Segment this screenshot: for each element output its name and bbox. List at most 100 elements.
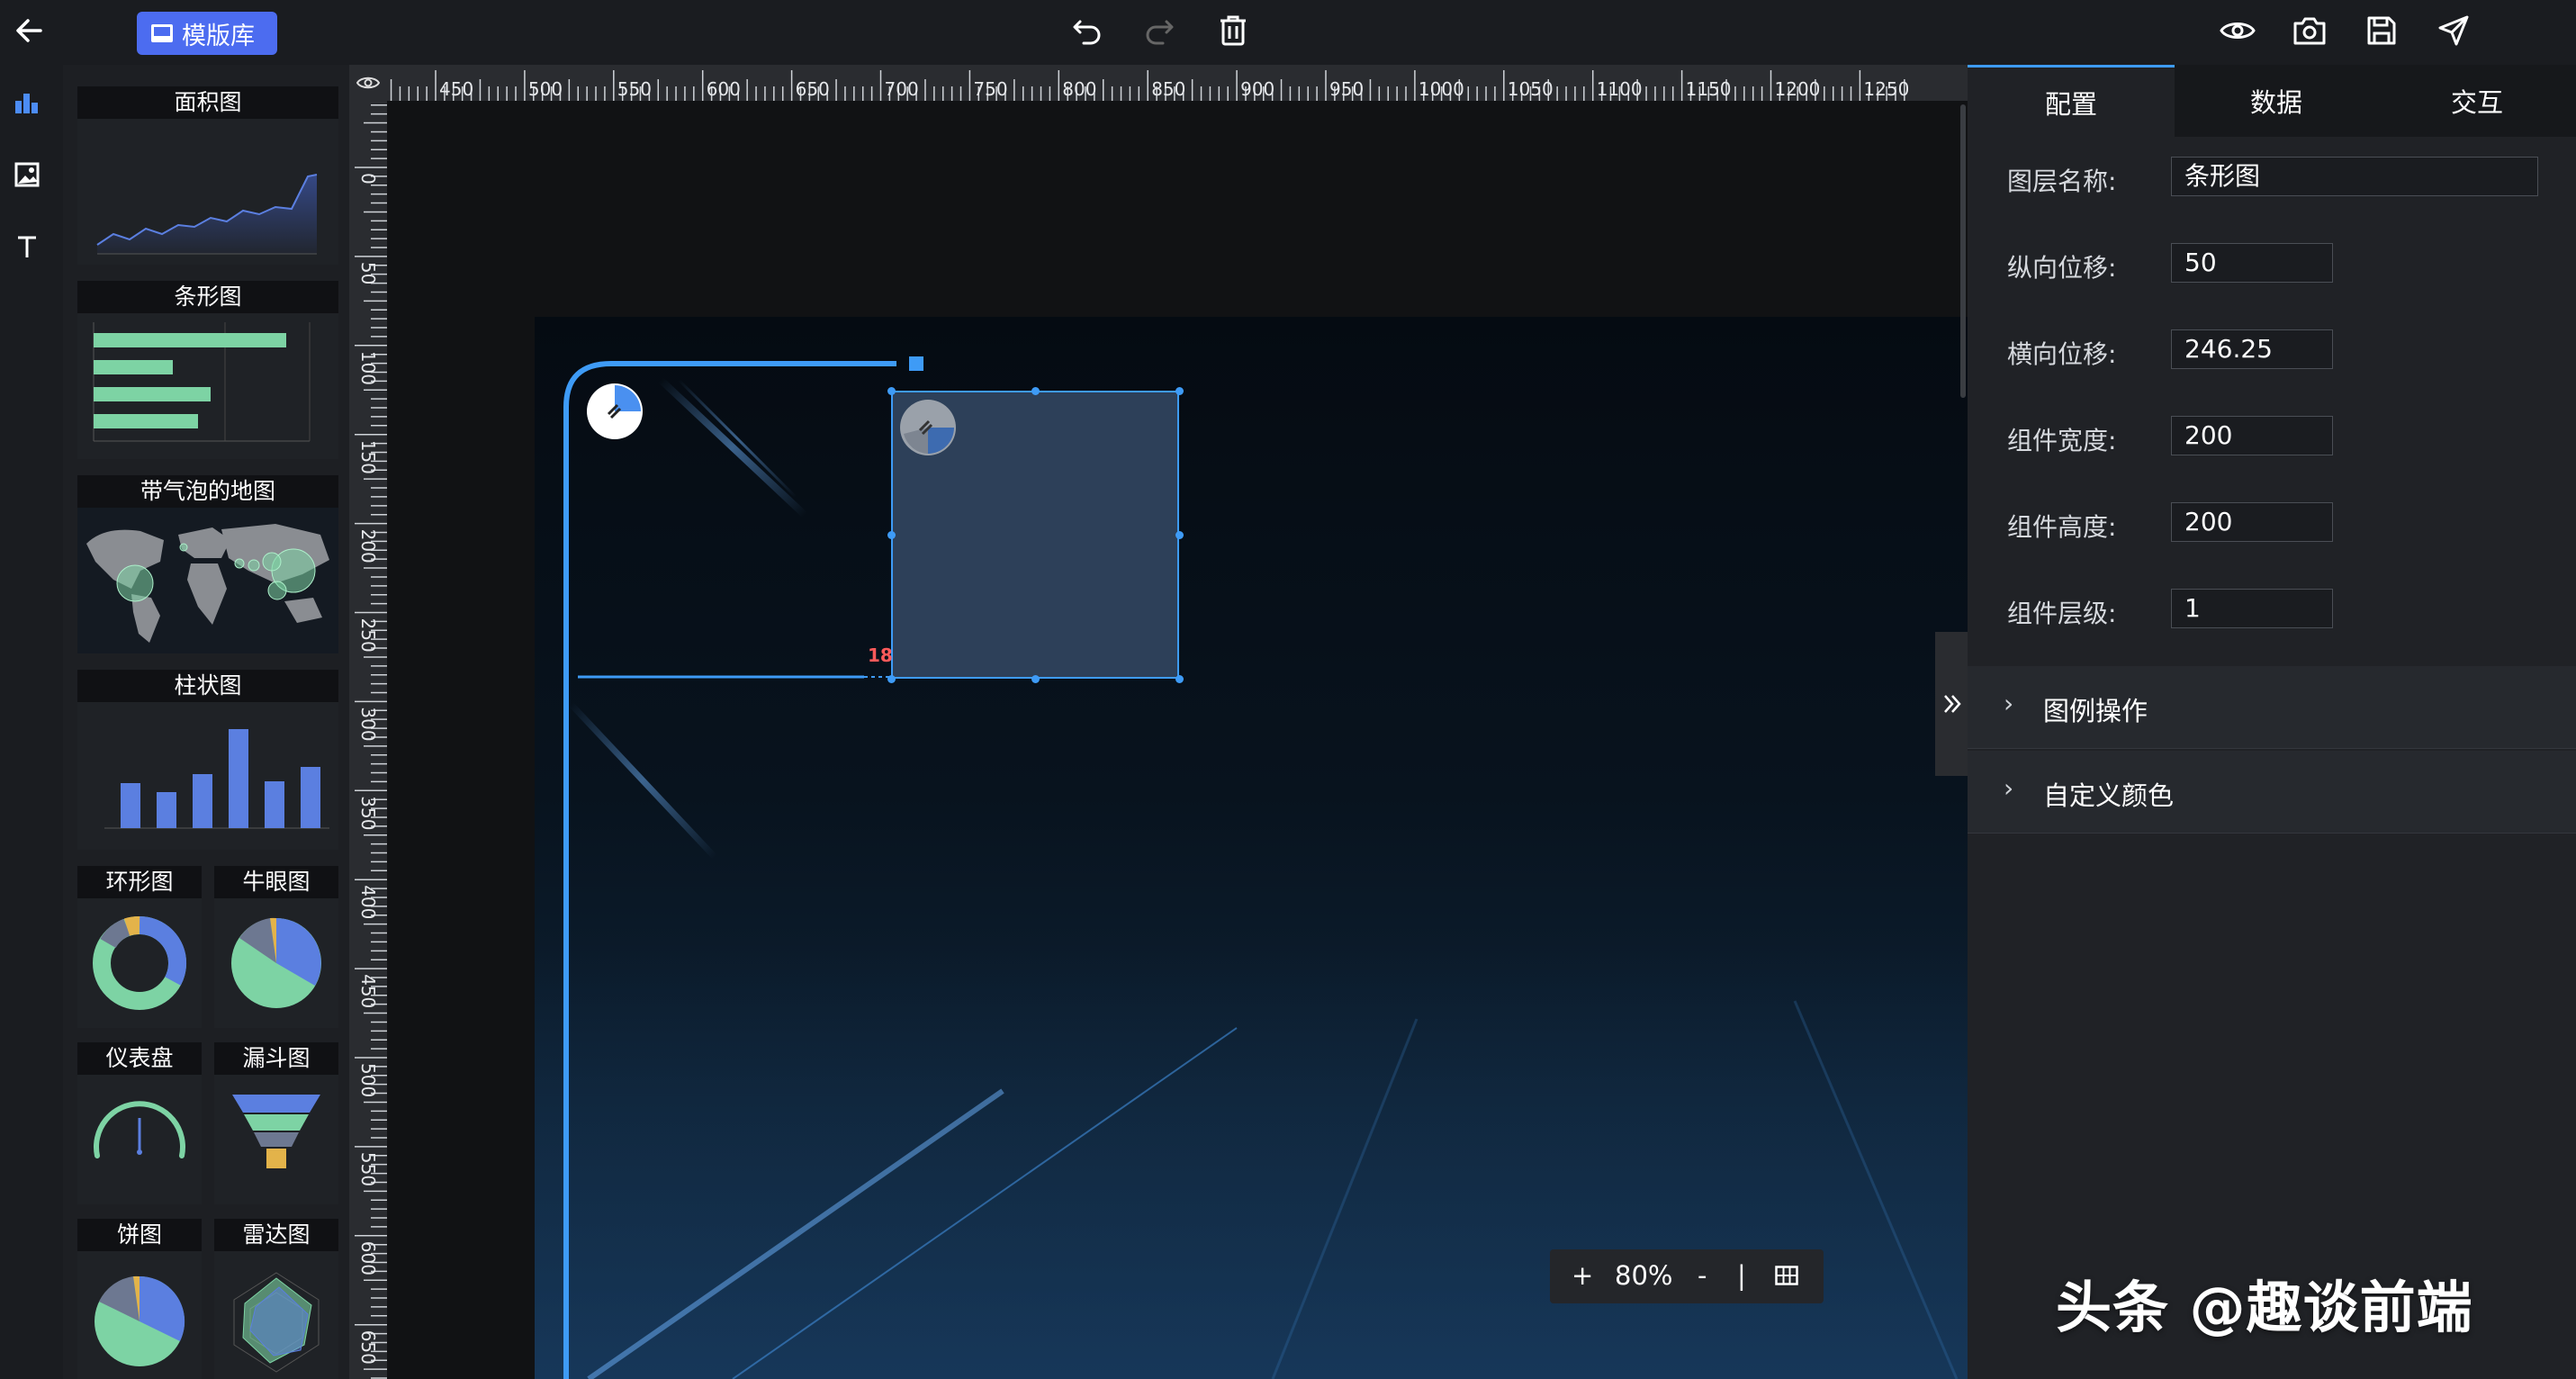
ruler-label: 450	[439, 78, 473, 100]
ruler-label: 600	[707, 78, 741, 100]
save-icon[interactable]	[2360, 11, 2403, 50]
resize-handle-nw[interactable]	[887, 387, 896, 395]
template-library-label: 模版库	[182, 22, 255, 50]
selected-component-box[interactable]	[891, 391, 1179, 679]
resize-handle-s[interactable]	[1031, 675, 1040, 683]
layer-name-input[interactable]: 条形图	[2171, 157, 2538, 196]
pie-widget[interactable]	[585, 382, 644, 441]
ruler-label: 450	[357, 974, 379, 1008]
palette-item-radar-chart[interactable]: 雷达图	[214, 1219, 338, 1379]
ruler-label: 150	[357, 440, 379, 474]
ruler-label: 350	[357, 796, 379, 830]
ruler-label: 700	[885, 78, 919, 100]
ruler-label: 650	[357, 1330, 379, 1365]
horizontal-offset-input[interactable]: 246.25	[2171, 329, 2333, 369]
layer-name-label: 图层名称:	[2007, 167, 2117, 196]
resize-handle-e[interactable]	[1175, 531, 1184, 539]
redo-icon[interactable]	[1138, 11, 1181, 50]
resize-handle-sw[interactable]	[887, 675, 896, 683]
palette-item-pie-chart[interactable]: 饼图	[77, 1219, 202, 1379]
zoom-in-button[interactable]: +	[1572, 1260, 1593, 1291]
component-width-input[interactable]: 200	[2171, 416, 2333, 455]
palette-item-donut-chart[interactable]: 环形图	[77, 866, 202, 1028]
resize-handle-n[interactable]	[1031, 387, 1040, 395]
zoom-separator: |	[1737, 1260, 1746, 1291]
ruler-label: 900	[1240, 78, 1274, 100]
palette-item-label: 漏斗图	[214, 1042, 338, 1075]
ruler-label: 0	[357, 173, 379, 185]
tab-config[interactable]: 配置	[1968, 65, 2175, 137]
ruler-label: 1000	[1419, 78, 1464, 100]
top-toolbar: 模版库	[0, 0, 2576, 65]
ruler-label: 500	[357, 1063, 379, 1097]
ruler-label: 750	[973, 78, 1007, 100]
palette-item-label: 牛眼图	[214, 866, 338, 898]
palette-item-bar-chart[interactable]: 条形图	[77, 281, 338, 459]
pie-chart-thumbnail	[77, 1251, 202, 1379]
palette-item-label: 面积图	[77, 86, 338, 119]
component-pie-placeholder	[898, 398, 958, 457]
undo-icon[interactable]	[1066, 11, 1109, 50]
publish-send-icon[interactable]	[2432, 11, 2475, 50]
custom-color-section-title: 自定义颜色	[2043, 780, 2175, 811]
preview-eye-icon[interactable]	[2216, 11, 2259, 50]
palette-item-label: 条形图	[77, 281, 338, 313]
horizontal-ruler: 450 500 550 600 650 700 750 800 850 900 950 1000 105…	[387, 65, 1968, 101]
ruler-label: 800	[1062, 78, 1096, 100]
chevron-right-icon: ›	[2004, 689, 2014, 718]
chart-category-icon[interactable]	[9, 85, 45, 121]
palette-item-area-chart[interactable]: 面积图	[77, 86, 338, 265]
component-layer-label: 组件层级:	[2007, 599, 2117, 628]
watermark-text: 头条 @趣谈前端	[2056, 1275, 2473, 1340]
ruler-label: 300	[357, 707, 379, 741]
template-library-button[interactable]: 模版库	[137, 12, 277, 55]
zoom-value: 80%	[1615, 1260, 1673, 1291]
legend-section[interactable]: › 图例操作	[1968, 666, 2576, 749]
back-arrow-icon[interactable]	[9, 11, 49, 50]
ruler-label: 1050	[1508, 78, 1554, 100]
canvas-scrollbar[interactable]	[1960, 104, 1966, 398]
resize-handle-se[interactable]	[1175, 675, 1184, 683]
ruler-label: 1200	[1775, 78, 1821, 100]
palette-item-column-chart[interactable]: 柱状图	[77, 670, 338, 850]
component-layer-input[interactable]: 1	[2171, 589, 2333, 628]
radar-chart-thumbnail	[214, 1251, 338, 1379]
distance-label: 18	[868, 644, 893, 666]
delete-icon[interactable]	[1211, 9, 1255, 52]
custom-color-section[interactable]: › 自定义颜色	[1968, 751, 2576, 834]
double-chevron-right-icon	[1944, 695, 1961, 713]
palette-item-funnel-chart[interactable]: 漏斗图	[214, 1042, 338, 1204]
palette-item-label: 雷达图	[214, 1219, 338, 1251]
funnel-chart-thumbnail	[214, 1075, 338, 1204]
ruler-label: 950	[1329, 78, 1364, 100]
palette-item-bullseye-chart[interactable]: 牛眼图	[214, 866, 338, 1028]
ruler-corner	[349, 65, 387, 101]
zoom-out-button[interactable]: -	[1698, 1260, 1707, 1291]
chevron-right-icon: ›	[2004, 773, 2014, 803]
component-height-input[interactable]: 200	[2171, 502, 2333, 542]
palette-item-gauge-chart[interactable]: 仪表盘	[77, 1042, 202, 1204]
bubble-map-thumbnail	[77, 508, 338, 653]
template-icon	[151, 24, 173, 42]
ruler-label: 250	[357, 618, 379, 653]
camera-icon[interactable]	[2288, 11, 2331, 50]
tab-data[interactable]: 数据	[2175, 65, 2378, 137]
dashboard-screen[interactable]: 18	[535, 317, 1968, 1379]
vertical-offset-input[interactable]: 50	[2171, 243, 2333, 283]
panel-collapse-toggle[interactable]	[1935, 632, 1969, 776]
left-category-bar	[0, 65, 63, 1379]
column-chart-thumbnail	[77, 702, 338, 850]
image-category-icon[interactable]	[9, 157, 45, 193]
resize-handle-ne[interactable]	[1175, 387, 1184, 395]
horizontal-offset-label: 横向位移:	[2007, 339, 2117, 369]
palette-item-bubble-map[interactable]: 带气泡的地图	[77, 475, 338, 653]
component-width-label: 组件宽度:	[2007, 426, 2117, 455]
palette-item-label: 柱状图	[77, 670, 338, 702]
vertical-offset-label: 纵向位移:	[2007, 253, 2117, 283]
tab-interaction[interactable]: 交互	[2378, 65, 2576, 137]
text-category-icon[interactable]	[9, 229, 45, 265]
visibility-eye-icon[interactable]	[353, 70, 383, 95]
area-chart-thumbnail	[77, 119, 338, 265]
grid-toggle-icon[interactable]	[1771, 1262, 1802, 1289]
resize-handle-w[interactable]	[887, 531, 896, 539]
